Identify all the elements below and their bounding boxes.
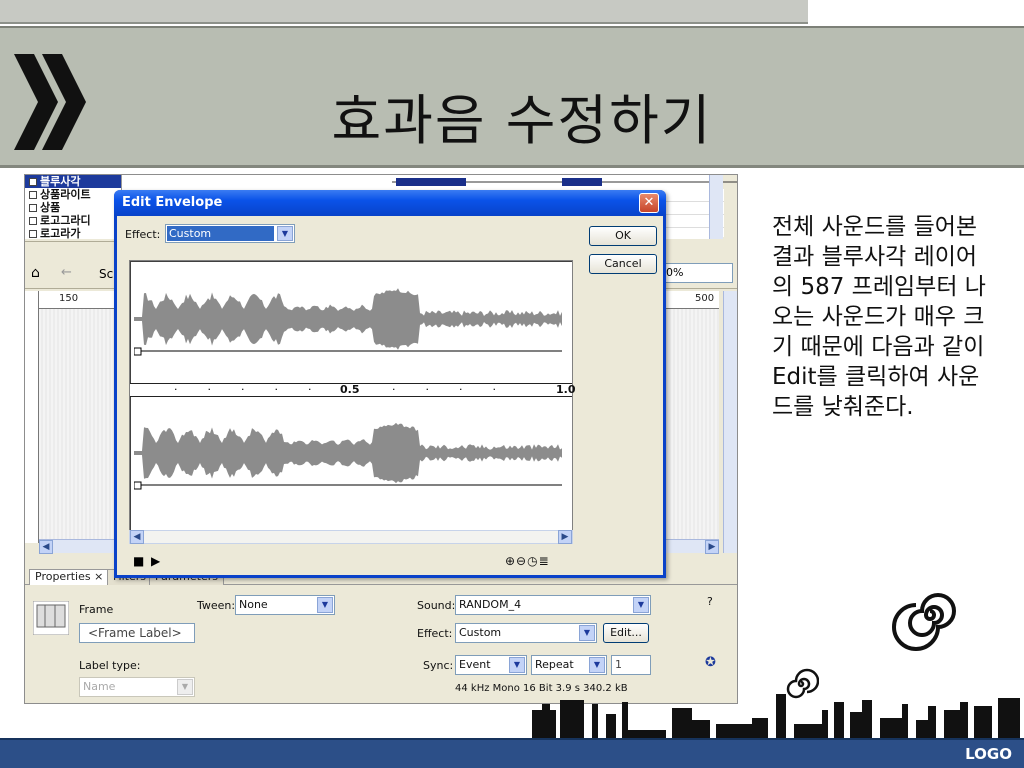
vertical-ruler	[25, 291, 39, 543]
sync-select[interactable]: Event ▼	[455, 655, 527, 675]
back-arrow-icon[interactable]: ←	[61, 265, 72, 280]
properties-panel: Frame <Frame Label> Tween: None ▼ Label t…	[25, 585, 737, 703]
tween-select[interactable]: None ▼	[235, 595, 335, 615]
layer-name: 상품	[40, 201, 61, 214]
layer-icon	[29, 191, 37, 199]
logo: LOGO	[965, 745, 1012, 763]
play-icon[interactable]: ▶	[151, 554, 160, 568]
ruler-label: 150	[59, 293, 79, 304]
layer-list: 블루사각 상품라이트 상품 로고그라디 로고라가	[25, 175, 121, 240]
cancel-button[interactable]: Cancel	[589, 254, 657, 274]
layer-name: 로고그라디	[40, 214, 91, 227]
layer-row[interactable]: 상품	[25, 201, 121, 214]
edit-envelope-dialog: Edit Envelope ✕ Effect: Custom ▼ OK Canc…	[114, 190, 666, 578]
envelope-panel[interactable]: 0.5 1.0 ····· ····	[129, 260, 576, 532]
repeat-select[interactable]: Repeat ▼	[531, 655, 607, 675]
tab-properties[interactable]: Properties ×	[29, 569, 110, 585]
zoom-select[interactable]: 0%	[661, 263, 733, 283]
scroll-right-button[interactable]: ▶	[705, 540, 719, 554]
frame-label-input[interactable]: <Frame Label>	[79, 623, 195, 643]
tween-label: Tween:	[197, 599, 236, 612]
top-strip	[0, 0, 808, 24]
label-type-label: Label type:	[79, 659, 141, 672]
footer-bar: LOGO	[0, 738, 1024, 768]
help-icon[interactable]: ?	[707, 595, 713, 608]
time-marker: 0.5	[340, 383, 360, 396]
scene-icon[interactable]: ⌂	[31, 265, 40, 281]
scroll-right-button[interactable]: ▶	[558, 530, 572, 544]
close-button[interactable]: ✕	[639, 193, 659, 213]
effect-label: Effect:	[417, 627, 453, 640]
layer-name: 로고라가	[40, 227, 81, 240]
ruler-label: 500	[695, 293, 715, 304]
layer-row[interactable]: 로고라가	[25, 227, 121, 240]
effect-value: Custom	[167, 226, 274, 241]
effect-select[interactable]: Custom ▼	[165, 224, 295, 243]
repeat-count-input[interactable]: 1	[611, 655, 651, 675]
effect-label: Effect:	[125, 228, 161, 241]
right-channel-waveform[interactable]	[134, 413, 562, 495]
edit-button[interactable]: Edit...	[603, 623, 649, 643]
layer-buttons[interactable]	[25, 241, 121, 257]
layer-icon	[29, 230, 37, 238]
tick-marks: ····	[392, 383, 526, 396]
zoom-controls[interactable]: ⊕⊖◷≣	[505, 554, 550, 568]
timeline-sound-waveform	[392, 178, 737, 186]
layer-icon	[29, 178, 37, 186]
stage-vscrollbar[interactable]	[723, 291, 737, 553]
slide-title: 효과음 수정하기	[331, 89, 713, 152]
time-marker: 1.0	[556, 383, 576, 396]
scroll-left-button[interactable]: ◀	[39, 540, 53, 554]
timeline-scrollbar[interactable]	[709, 175, 723, 239]
ok-button[interactable]: OK	[589, 226, 657, 246]
layer-icon	[29, 217, 37, 225]
dialog-title: Edit Envelope	[114, 190, 666, 216]
sound-label: Sound:	[417, 599, 456, 612]
scene-label: Sc	[99, 267, 114, 281]
label-type-select: Name ▼	[79, 677, 195, 697]
spiral-decoration-icon	[892, 593, 956, 651]
sync-label: Sync:	[423, 659, 454, 672]
layer-icon	[29, 204, 37, 212]
layer-name: 상품라이트	[40, 188, 91, 201]
frame-label: Frame	[79, 603, 114, 616]
scroll-left-button[interactable]: ◀	[130, 530, 144, 544]
city-skyline-icon	[532, 694, 1020, 738]
left-channel-waveform[interactable]	[134, 279, 562, 361]
description-text: 전체 사운드를 들어본 결과 블루사각 레이어의 587 프레임부터 나오는 사…	[772, 214, 986, 420]
effect-select[interactable]: Custom ▼	[455, 623, 597, 643]
chevron-down-icon[interactable]: ▼	[277, 226, 293, 241]
layer-row[interactable]: 블루사각	[25, 175, 121, 188]
frame-icon	[33, 601, 69, 635]
accessibility-icon[interactable]: ✪	[705, 655, 716, 670]
layer-row[interactable]: 상품라이트	[25, 188, 121, 201]
tick-marks: ·····	[174, 383, 342, 396]
layer-row[interactable]: 로고그라디	[25, 214, 121, 227]
envelope-scrollbar[interactable]: ◀ ▶	[129, 530, 573, 544]
time-ruler: 0.5 1.0 ····· ····	[130, 383, 576, 397]
stop-icon[interactable]: ■	[133, 554, 144, 568]
layer-name: 블루사각	[40, 175, 81, 188]
sound-select[interactable]: RANDOM_4 ▼	[455, 595, 651, 615]
title-bar: 효과음 수정하기	[0, 26, 1024, 168]
